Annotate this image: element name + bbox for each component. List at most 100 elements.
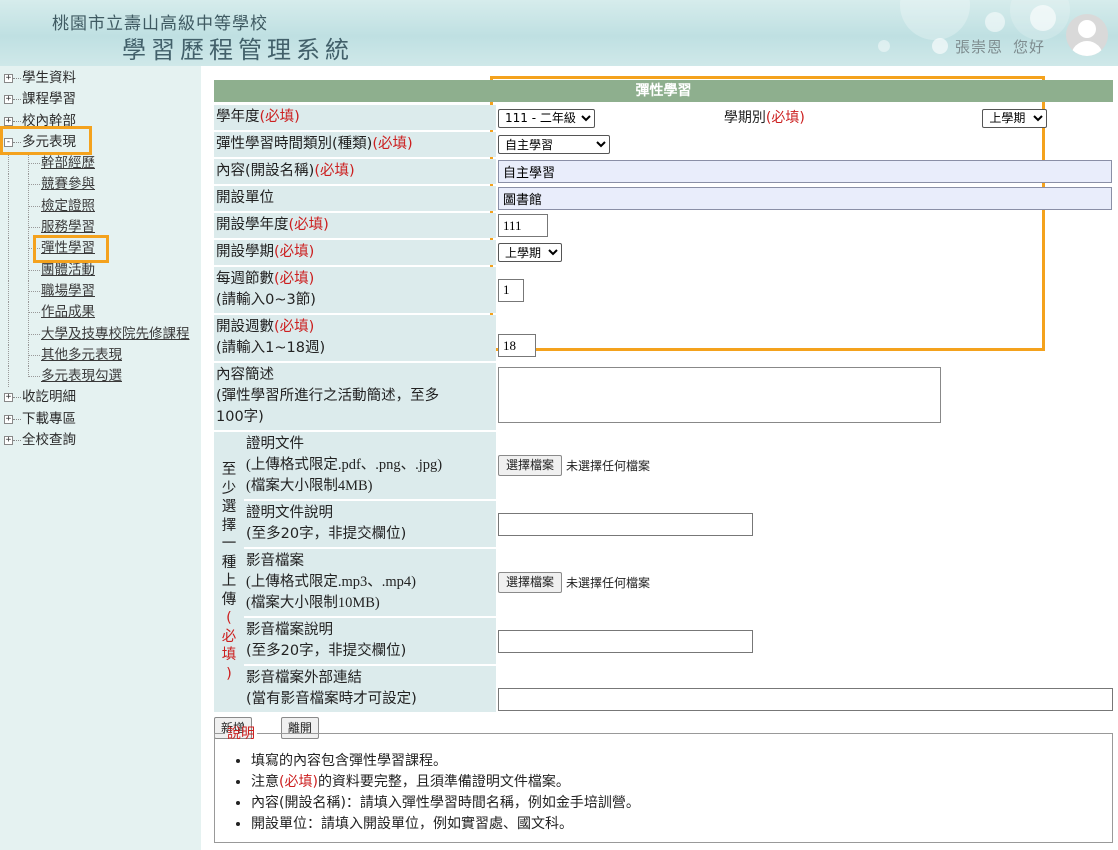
upload-group-char: 一 (221, 536, 237, 552)
decor-bubble (985, 12, 1005, 32)
sidebar-item-receipt[interactable]: + 收訖明細 (0, 387, 201, 408)
sidebar-item-diverse-performance[interactable]: - 多元表現 (0, 132, 201, 153)
sidebar-link[interactable]: 競賽參與 (41, 176, 95, 192)
open-semester-select[interactable]: 上學期 (498, 243, 562, 262)
row-open-year: 開設學年度(必填) (214, 213, 1113, 238)
instruction-item: 內容(開設名稱)：請填入彈性學習時間名稱，例如金手培訓營。 (251, 793, 1102, 814)
upload-group-char: 傳 (221, 591, 237, 608)
upload-group-char: 少 (221, 480, 237, 497)
upload-group-label: 至少選擇一種上傳 (必填) (214, 432, 244, 712)
semester-select[interactable]: 上學期 (982, 108, 1048, 128)
sidebar-subitem-cadre-experience[interactable]: 幹部經歷 (0, 153, 201, 175)
instructions-box: 說明 填寫的內容包含彈性學習課程。 注意(必填)的資料要完整，且須準備證明文件檔… (214, 723, 1113, 843)
instruction-item: 注意(必填)的資料要完整，且須準備證明文件檔案。 (251, 772, 1102, 793)
decor-bubble (878, 40, 890, 52)
row-description: 內容簡述 (彈性學習所進行之活動簡述，至多100字) (214, 363, 1113, 430)
sidebar-link[interactable]: 檢定證照 (41, 198, 95, 214)
instruction-item: 填寫的內容包含彈性學習課程。 (251, 751, 1102, 772)
sidebar-subitem-flexible-learning[interactable]: 彈性學習 (0, 238, 201, 260)
sidebar-subitem-service-learning[interactable]: 服務學習 (0, 217, 201, 239)
sidebar-link[interactable]: 服務學習 (41, 219, 95, 235)
sidebar-link[interactable]: 職場學習 (41, 283, 95, 299)
row-content: 內容(開設名稱)(必填) (214, 159, 1113, 184)
video-desc-label: 影音檔案說明 (至多20字，非提交欄位) (244, 618, 496, 664)
weekly-input[interactable] (498, 278, 524, 302)
page-header: 桃園市立壽山高級中等學校 學習歷程管理系統 張崇恩 您好 (0, 0, 1118, 66)
no-file-text: 未選擇任何檔案 (566, 459, 651, 473)
upload-group-required-char: ) (226, 665, 232, 682)
system-title: 學習歷程管理系統 (122, 36, 354, 64)
open-year-input[interactable] (498, 214, 548, 237)
sidebar-link[interactable]: 大學及技專校院先修課程 (41, 326, 190, 342)
sidebar-subitem-competition[interactable]: 競賽參與 (0, 174, 201, 196)
sidebar-item-label: 課程學習 (22, 91, 76, 108)
unit-label: 開設單位 (214, 186, 496, 211)
row-unit: 開設單位 (214, 186, 1113, 211)
sidebar-item-label: 全校查詢 (22, 432, 76, 449)
description-label: 內容簡述 (彈性學習所進行之活動簡述，至多100字) (214, 363, 496, 430)
sidebar-subitem-group-activities[interactable]: 團體活動 (0, 259, 201, 281)
upload-group-text: 至少選擇一種上傳 (必填) (214, 461, 244, 683)
expand-icon[interactable]: + (4, 414, 13, 424)
type-select[interactable]: 自主學習 (498, 135, 610, 154)
sidebar-subitem-performance-check[interactable]: 多元表現勾選 (0, 366, 201, 388)
proof-desc-label: 證明文件說明 (至多20字，非提交欄位) (244, 501, 496, 547)
user-name: 張崇恩 (955, 38, 1004, 56)
weeks-input[interactable] (498, 334, 536, 357)
choose-video-button[interactable]: 選擇檔案 (498, 572, 563, 593)
sidebar-item-label: 收訖明細 (22, 389, 76, 406)
form-table: 學年度(必填) 111 - 二年級 學期別(必填) 上學期 彈性學習時間類別(種… (214, 103, 1113, 714)
sidebar-link[interactable]: 團體活動 (41, 262, 95, 278)
sidebar-item-school-cadre[interactable]: + 校內幹部 (0, 111, 201, 132)
upload-group-char: 上 (221, 573, 237, 589)
sidebar-item-downloads[interactable]: + 下載專區 (0, 409, 201, 430)
sidebar-item-student-data[interactable]: + 學生資料 (0, 68, 201, 89)
user-greeting: 張崇恩 您好 (955, 36, 1055, 57)
unit-input[interactable] (498, 187, 1112, 210)
greeting-text: 您好 (1013, 38, 1046, 56)
video-desc-input[interactable] (498, 629, 753, 653)
expand-icon[interactable]: + (4, 74, 13, 83)
sidebar-link[interactable]: 其他多元表現 (41, 347, 122, 363)
weeks-label: 開設週數(必填) (請輸入1~18週) (214, 315, 496, 361)
form-title: 彈性學習 (214, 80, 1113, 102)
sidebar-subitem-workplace-learning[interactable]: 職場學習 (0, 280, 201, 302)
content-input[interactable] (498, 160, 1112, 183)
sidebar-item-label: 下載專區 (22, 410, 76, 427)
instructions-legend: 說明 (227, 726, 255, 742)
collapse-icon[interactable]: - (4, 137, 13, 147)
type-label: 彈性學習時間類別(種類)(必填) (214, 132, 496, 157)
expand-icon[interactable]: + (4, 393, 13, 403)
sidebar-item-school-query[interactable]: + 全校查詢 (0, 430, 201, 451)
row-school-year: 學年度(必填) 111 - 二年級 學期別(必填) 上學期 (214, 105, 1113, 130)
sidebar-subitem-advanced-courses[interactable]: 大學及技專校院先修課程 (0, 323, 201, 345)
sidebar-item-label: 多元表現 (22, 133, 76, 150)
sidebar-link[interactable]: 幹部經歷 (41, 155, 95, 171)
sidebar-nav: + 學生資料 + 課程學習 + 校內幹部 - 多元表現 幹部經歷 競賽參與 檢定… (0, 66, 201, 850)
expand-icon[interactable]: + (4, 436, 13, 446)
proof-desc-input[interactable] (498, 512, 753, 536)
row-video-file: 影音檔案 (上傳格式限定.mp3、.mp4) (檔案大小限制10MB) 選擇檔案 未選… (214, 549, 1113, 616)
main-form-area: 彈性學習 學年度(必填) 111 - 二年級 學期別(必填) 上學期 彈性學習時… (214, 80, 1113, 739)
weekly-label: 每週節數(必填) (請輸入0~3節) (214, 267, 496, 313)
row-proof-file: 至少選擇一種上傳 (必填) 證明文件 (上傳格式限定.pdf、.png、.jpg)(… (214, 432, 1113, 712)
sidebar-subitem-certificates[interactable]: 檢定證照 (0, 195, 201, 217)
sidebar-subitem-works[interactable]: 作品成果 (0, 302, 201, 324)
sidebar-item-course-learning[interactable]: + 課程學習 (0, 89, 201, 110)
description-textarea[interactable] (498, 366, 941, 423)
expand-icon[interactable]: + (4, 95, 13, 105)
avatar-icon[interactable] (1066, 14, 1108, 56)
expand-icon[interactable]: + (4, 116, 13, 126)
choose-file-button[interactable]: 選擇檔案 (498, 455, 563, 476)
school-year-select[interactable]: 111 - 二年級 (498, 108, 595, 128)
sidebar-subitem-other-performance[interactable]: 其他多元表現 (0, 344, 201, 366)
sidebar-item-label: 校內幹部 (22, 112, 76, 129)
instructions-list: 填寫的內容包含彈性學習課程。 注意(必填)的資料要完整，且須準備證明文件檔案。 … (225, 751, 1102, 835)
upload-group-required-char: 必 (221, 628, 237, 645)
sidebar-link[interactable]: 作品成果 (41, 304, 95, 320)
video-link-label: 影音檔案外部連結 (當有影音檔案時才可設定) (244, 666, 496, 712)
sidebar-link[interactable]: 多元表現勾選 (41, 368, 122, 384)
open-year-label: 開設學年度(必填) (214, 213, 496, 238)
video-link-input[interactable] (498, 688, 1113, 711)
sidebar-link[interactable]: 彈性學習 (41, 240, 95, 256)
